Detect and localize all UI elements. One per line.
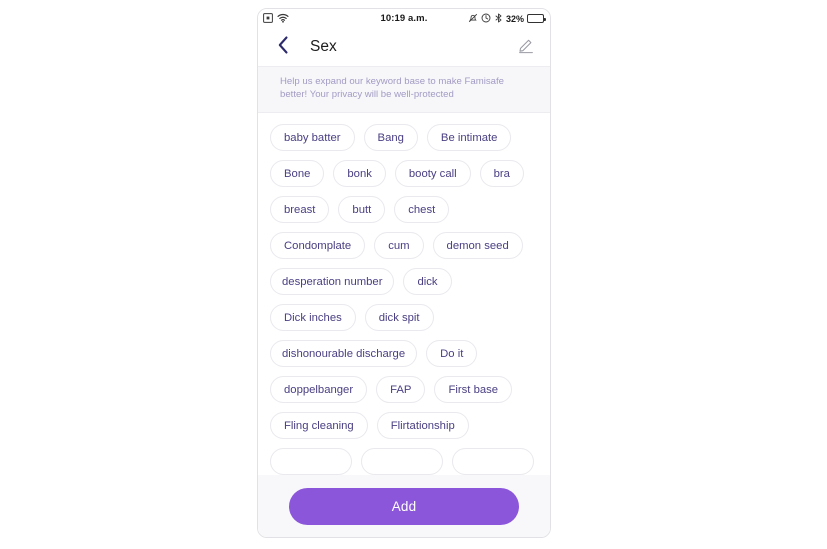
keyword-chip[interactable]: Flirtationship bbox=[376, 412, 469, 440]
keyword-chip-row: desperation number dick bbox=[270, 268, 538, 296]
keyword-chip[interactable]: dick bbox=[403, 268, 452, 296]
navigation-bar: Sex bbox=[258, 28, 550, 66]
keyword-chip-row: Fling cleaning Flirtationship bbox=[270, 412, 538, 440]
keyword-chip[interactable]: booty call bbox=[394, 160, 471, 188]
keyword-chip[interactable]: Dick inches bbox=[270, 304, 356, 332]
keyword-chip[interactable] bbox=[270, 448, 352, 476]
battery-percent-label: 32% bbox=[505, 13, 524, 24]
phone-frame: 10:19 a.m. 32% Sex Help us expand our ke… bbox=[257, 8, 551, 538]
keyword-chip[interactable]: bonk bbox=[333, 160, 386, 188]
bottom-action-bar: Add bbox=[258, 475, 550, 537]
battery-icon bbox=[527, 14, 546, 23]
keyword-chip[interactable]: bra bbox=[479, 160, 524, 188]
keyword-chip[interactable]: dishonourable discharge bbox=[270, 340, 418, 368]
bluetooth-icon bbox=[494, 13, 503, 25]
keyword-chip[interactable]: Condomplate bbox=[270, 232, 366, 260]
keyword-chip[interactable]: Bone bbox=[270, 160, 325, 188]
help-banner-text: Help us expand our keyword base to make … bbox=[280, 76, 504, 100]
alarm-muted-icon bbox=[468, 13, 478, 25]
keyword-chip-row: baby batter Bang Be intimate bbox=[270, 124, 538, 152]
help-banner: Help us expand our keyword base to make … bbox=[258, 66, 550, 114]
keyword-chip[interactable]: butt bbox=[338, 196, 386, 224]
status-bar-right-icons: 32% bbox=[468, 13, 546, 25]
keyword-chip-list[interactable]: baby batter Bang Be intimate Bone bonk booty … bbox=[258, 113, 550, 537]
keyword-chip[interactable] bbox=[452, 448, 534, 476]
keyword-chip[interactable]: desperation number bbox=[270, 268, 395, 296]
keyword-chip-row: doppelbanger FAP First base bbox=[270, 376, 538, 404]
keyword-chip-row: Condomplate cum demon seed bbox=[270, 232, 538, 260]
pencil-edit-icon bbox=[517, 36, 535, 59]
keyword-chip[interactable]: Be intimate bbox=[426, 124, 512, 152]
keyword-chip[interactable]: cum bbox=[374, 232, 424, 260]
keyword-chip-row bbox=[270, 448, 538, 476]
keyword-chip[interactable]: chest bbox=[394, 196, 450, 224]
add-button[interactable]: Add bbox=[289, 487, 519, 525]
keyword-chip-row: Bone bonk booty call bra bbox=[270, 160, 538, 188]
keyword-chip[interactable]: Fling cleaning bbox=[270, 412, 368, 440]
keyword-chip[interactable]: doppelbanger bbox=[270, 376, 368, 404]
location-icon bbox=[481, 13, 491, 25]
edit-button[interactable] bbox=[516, 37, 536, 57]
sim-card-icon bbox=[263, 12, 273, 25]
status-bar: 10:19 a.m. 32% bbox=[258, 9, 550, 28]
keyword-chip[interactable] bbox=[361, 448, 443, 476]
back-button[interactable] bbox=[274, 35, 292, 59]
keyword-chip-row: breast butt chest bbox=[270, 196, 538, 224]
keyword-chip[interactable]: Do it bbox=[426, 340, 478, 368]
chevron-left-icon bbox=[277, 35, 289, 60]
keyword-chip[interactable]: baby batter bbox=[270, 124, 355, 152]
status-bar-left-icons bbox=[263, 12, 289, 25]
page-title: Sex bbox=[310, 38, 337, 55]
wifi-icon bbox=[277, 13, 289, 25]
keyword-chip[interactable]: FAP bbox=[376, 376, 426, 404]
keyword-chip-row: dishonourable discharge Do it bbox=[270, 340, 538, 368]
keyword-chip[interactable]: demon seed bbox=[432, 232, 523, 260]
keyword-chip[interactable]: Bang bbox=[363, 124, 418, 152]
keyword-chip[interactable]: First base bbox=[434, 376, 513, 404]
keyword-chip-row: Dick inches dick spit bbox=[270, 304, 538, 332]
keyword-chip[interactable]: breast bbox=[270, 196, 330, 224]
keyword-chip[interactable]: dick spit bbox=[364, 304, 434, 332]
